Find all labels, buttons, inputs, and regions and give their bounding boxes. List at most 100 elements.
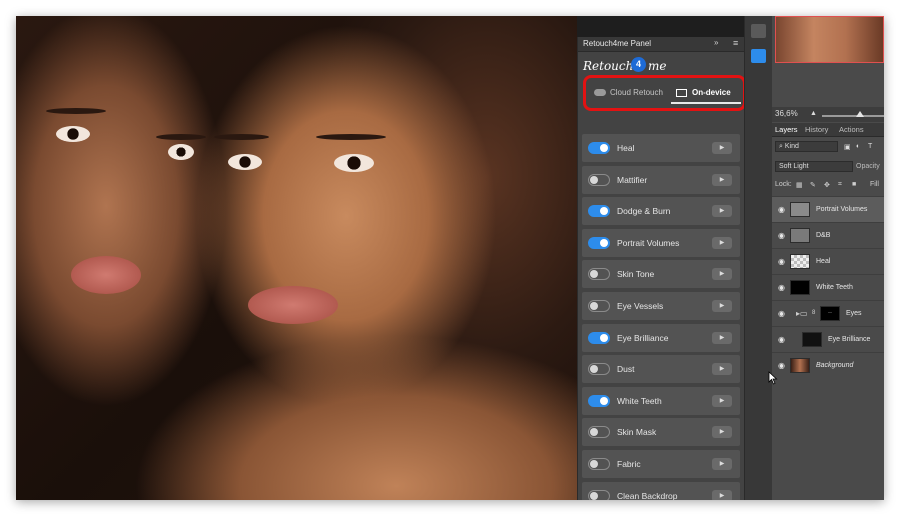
plugin-row[interactable]: Skin Tone ▶ — [582, 260, 740, 289]
eye-visibility-icon[interactable]: ◉ — [778, 257, 785, 266]
image-filter-icon[interactable]: ▣ — [844, 143, 851, 151]
plugin-toggle[interactable] — [588, 489, 610, 500]
play-icon[interactable]: ▶ — [712, 268, 732, 281]
plugin-toggle[interactable] — [588, 173, 610, 186]
plugin-label: Dodge & Burn — [617, 206, 671, 217]
plugin-toggle[interactable] — [588, 394, 610, 407]
layer-filter-row: ⌕ Kind ▣ ◐ T — [772, 139, 884, 154]
eye-visibility-icon[interactable]: ◉ — [778, 283, 785, 292]
photo-canvas[interactable] — [16, 16, 577, 500]
plugin-row[interactable]: Heal ▶ — [582, 134, 740, 162]
blend-mode-select[interactable]: Soft Light — [775, 161, 853, 172]
fill-label: Fill — [870, 181, 879, 188]
left-brow — [46, 108, 106, 114]
layer-row[interactable]: ◉ Heal — [772, 248, 884, 274]
tab-layers[interactable]: Layers — [775, 125, 798, 134]
play-icon[interactable]: ▶ — [712, 363, 732, 376]
collapse-icon[interactable]: » — [714, 38, 718, 47]
plugin-toggle[interactable] — [588, 331, 610, 344]
toggle-knob — [590, 175, 598, 184]
layer-thumbnail — [790, 254, 810, 269]
right-brow — [214, 134, 269, 140]
toggle-knob — [590, 428, 598, 437]
plugin-row[interactable]: Clean Backdrop ▶ — [582, 481, 740, 500]
layer-name: White Teeth — [816, 284, 853, 291]
play-icon[interactable]: ▶ — [712, 173, 732, 186]
play-icon[interactable]: ▶ — [712, 489, 732, 500]
tab-history[interactable]: History — [805, 125, 828, 134]
plugin-toggle[interactable] — [588, 426, 610, 439]
blend-row: Soft Light Opacity — [772, 159, 884, 174]
plugin-row[interactable]: White Teeth ▶ — [582, 386, 740, 415]
lock-pixels-icon[interactable]: ▦ — [796, 181, 803, 189]
navigator-thumbnail[interactable] — [775, 16, 884, 63]
plugin-row[interactable]: Dust ▶ — [582, 355, 740, 384]
eye-visibility-icon[interactable]: ◉ — [778, 205, 785, 214]
tab-actions[interactable]: Actions — [839, 125, 864, 134]
plugin-toggle[interactable] — [588, 457, 610, 470]
zoom-level[interactable]: 36,6% — [775, 109, 798, 118]
move-icon[interactable]: ✥ — [824, 181, 830, 189]
type-filter-icon[interactable]: T — [868, 143, 872, 150]
plugin-row[interactable]: Mattifier ▶ — [582, 165, 740, 194]
layer-row[interactable]: ◉ White Teeth — [772, 274, 884, 300]
play-icon[interactable]: ▶ — [712, 236, 732, 249]
plugin-toggle[interactable] — [588, 268, 610, 281]
play-icon[interactable]: ▶ — [712, 426, 732, 439]
play-icon[interactable]: ▶ — [712, 457, 732, 470]
plugin-row[interactable]: Eye Vessels ▶ — [582, 291, 740, 320]
layer-row[interactable]: ◉ Eye Brilliance — [772, 326, 884, 352]
plugin-toggle[interactable] — [588, 205, 610, 218]
layer-name: Heal — [816, 258, 831, 265]
zoom-slider-knob[interactable] — [856, 111, 864, 117]
lock-label: Lock: — [775, 181, 792, 188]
eye-visibility-icon[interactable]: ◉ — [778, 361, 785, 370]
menu-icon[interactable]: ≡ — [733, 38, 738, 48]
plugin-icon[interactable] — [751, 49, 766, 63]
plugin-row[interactable]: Dodge & Burn ▶ — [582, 197, 740, 226]
plugin-row[interactable]: Eye Brilliance ▶ — [582, 323, 740, 352]
adjustment-filter-icon[interactable]: ◐ — [856, 143, 860, 150]
plugin-toggle[interactable] — [588, 142, 610, 154]
eye-visibility-icon[interactable]: ◉ — [778, 309, 785, 318]
zoom-out-icon[interactable]: ▲ — [810, 110, 817, 117]
zoom-slider[interactable] — [822, 115, 884, 117]
play-icon[interactable]: ▶ — [712, 142, 732, 154]
cloud-icon — [594, 89, 606, 97]
on-device-label: On-device — [692, 88, 731, 97]
plugin-toggle[interactable] — [588, 299, 610, 312]
cloud-retouch-button[interactable]: Cloud Retouch — [594, 88, 663, 97]
lock-icon[interactable]: ■ — [852, 181, 856, 188]
layer-mask-thumbnail[interactable]: ·· — [820, 306, 840, 321]
plugin-row[interactable]: Skin Mask ▶ — [582, 418, 740, 447]
plugin-toggle[interactable] — [588, 363, 610, 376]
plugin-row[interactable]: Portrait Volumes ▶ — [582, 228, 740, 257]
toggle-knob — [590, 459, 598, 468]
plugin-list: Heal ▶ Mattifier ▶ Dodge & Burn ▶ Portrait Vol… — [582, 134, 740, 500]
layer-row[interactable]: ◉ ▸▭ 8 ·· Eyes — [772, 300, 884, 326]
mode-switch: Cloud Retouch On-device — [583, 75, 746, 111]
layer-thumbnail — [790, 358, 810, 373]
layer-row[interactable]: ◉ D&B — [772, 222, 884, 248]
plugin-row[interactable]: Fabric ▶ — [582, 449, 740, 478]
eye-visibility-icon[interactable]: ◉ — [778, 231, 785, 240]
chain-link-icon[interactable]: 8 — [812, 310, 815, 316]
play-icon[interactable]: ▶ — [712, 299, 732, 312]
eye-visibility-icon[interactable]: ◉ — [778, 335, 785, 344]
plugin-label: White Teeth — [617, 395, 662, 406]
plugin-label: Mattifier — [617, 174, 648, 185]
play-icon[interactable]: ▶ — [712, 394, 732, 407]
on-device-button[interactable]: On-device — [671, 84, 741, 104]
libraries-icon[interactable] — [751, 24, 766, 38]
layer-name: Eyes — [846, 310, 862, 317]
monitor-icon — [676, 88, 687, 97]
brush-icon[interactable]: ✎ — [810, 181, 816, 189]
play-icon[interactable]: ▶ — [712, 331, 732, 344]
layer-row[interactable]: ◉ Background — [772, 352, 884, 378]
artboard-icon[interactable]: ⌗ — [838, 181, 842, 189]
toggle-knob — [600, 207, 608, 216]
kind-filter[interactable]: ⌕ Kind — [775, 141, 838, 152]
play-icon[interactable]: ▶ — [712, 205, 732, 218]
plugin-toggle[interactable] — [588, 236, 610, 249]
layer-row[interactable]: ◉ Portrait Volumes — [772, 196, 884, 222]
